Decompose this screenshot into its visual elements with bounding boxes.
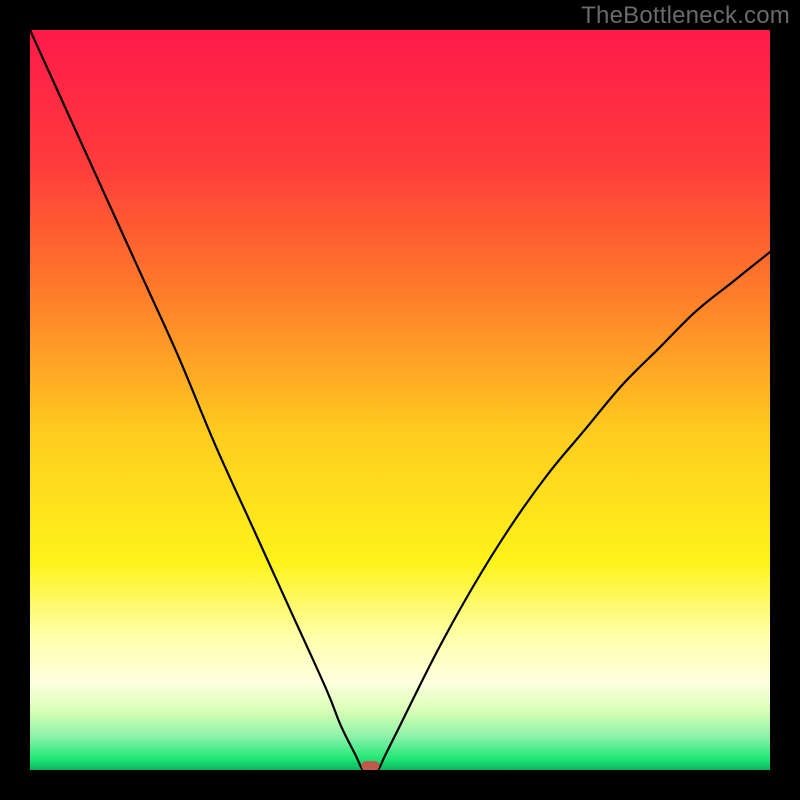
chart-svg bbox=[30, 30, 770, 770]
gradient-background bbox=[30, 30, 770, 770]
minimum-marker bbox=[361, 761, 379, 770]
watermark-text: TheBottleneck.com bbox=[581, 2, 790, 30]
plot-area bbox=[30, 30, 770, 770]
chart-frame: TheBottleneck.com bbox=[0, 0, 800, 800]
